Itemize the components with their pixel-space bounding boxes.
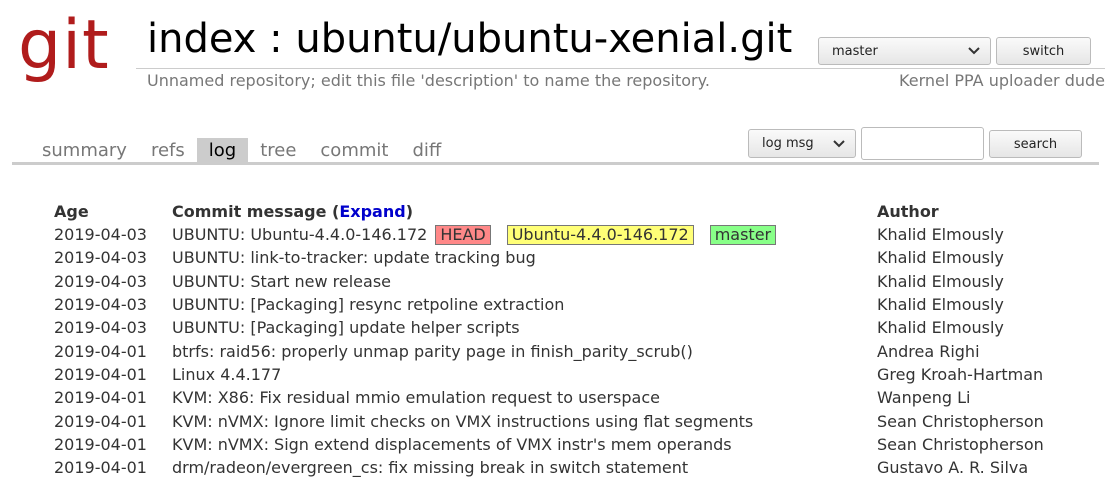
message-column-header: Commit message (Expand) — [172, 200, 877, 223]
tab-tree[interactable]: tree — [248, 138, 308, 164]
message-column-label: Commit message ( — [172, 202, 340, 221]
commit-author: Sean Christopherson — [877, 434, 1044, 454]
commit-author: Wanpeng Li — [877, 388, 971, 408]
commit-author: Greg Kroah-Hartman — [877, 364, 1044, 384]
commit-age: 2019-04-01 — [54, 434, 147, 454]
switch-button[interactable]: switch — [996, 37, 1091, 65]
commit-author: Khalid Elmously — [877, 318, 1004, 338]
commit-author: Khalid Elmously — [877, 295, 1004, 315]
commit-age: 2019-04-01 — [54, 411, 147, 431]
chevron-down-icon — [833, 138, 845, 150]
commit-message[interactable]: UBUNTU: link-to-tracker: update tracking… — [172, 246, 877, 269]
table-row[interactable]: 2019-04-03 UBUNTU: [Packaging] update hel… — [52, 316, 1044, 339]
table-row[interactable]: 2019-04-03 UBUNTU: link-to-tracker: updat… — [52, 246, 1044, 269]
table-row[interactable]: 2019-04-01 drm/radeon/evergreen_cs: fix m… — [52, 456, 1044, 479]
branch-select-value: master — [832, 43, 878, 59]
tab-divider — [12, 162, 1099, 165]
table-row[interactable]: 2019-04-01 btrfs: raid56: properly unmap … — [52, 339, 1044, 362]
table-row[interactable]: 2019-04-03 UBUNTU: Ubuntu-4.4.0-146.172 H… — [52, 223, 1044, 246]
commit-author: Sean Christopherson — [877, 411, 1044, 431]
commit-message[interactable]: UBUNTU: Ubuntu-4.4.0-146.172 HEAD Ubuntu-4… — [172, 223, 877, 246]
age-column-header: Age — [54, 202, 89, 221]
commit-age: 2019-04-01 — [54, 388, 147, 408]
page-title: index : ubuntu/ubuntu-xenial.git — [147, 16, 793, 62]
commit-author: Gustavo A. R. Silva — [877, 458, 1029, 478]
branch-badge[interactable]: master — [709, 224, 777, 245]
branch-select[interactable]: master — [818, 37, 991, 65]
commit-message[interactable]: UBUNTU: [Packaging] resync retpoline ext… — [172, 293, 877, 316]
commit-age: 2019-04-03 — [54, 318, 147, 338]
git-logo[interactable]: git — [18, 6, 110, 86]
commit-age: 2019-04-01 — [54, 341, 147, 361]
commit-message[interactable]: UBUNTU: Start new release — [172, 270, 877, 293]
tab-refs[interactable]: refs — [139, 138, 197, 164]
commit-message[interactable]: Linux 4.4.177 — [172, 363, 877, 386]
head-badge[interactable]: HEAD — [435, 224, 491, 245]
commit-age: 2019-04-01 — [54, 458, 147, 478]
commit-author: Andrea Righi — [877, 341, 980, 361]
commit-message[interactable]: KVM: X86: Fix residual mmio emulation re… — [172, 386, 877, 409]
commit-age: 2019-04-03 — [54, 225, 147, 245]
tab-log[interactable]: log — [196, 138, 249, 164]
table-header-row: Age Commit message (Expand) Author — [52, 200, 1044, 223]
commit-age: 2019-04-03 — [54, 248, 147, 268]
expand-link[interactable]: Expand — [339, 202, 405, 221]
author-column-header: Author — [877, 202, 939, 221]
tab-summary[interactable]: summary — [30, 138, 139, 164]
commit-message[interactable]: UBUNTU: [Packaging] update helper script… — [172, 316, 877, 339]
header-divider — [136, 68, 1105, 69]
tab-bar: summary refs log tree commit diff — [30, 138, 453, 164]
commit-message[interactable]: KVM: nVMX: Sign extend displacements of … — [172, 433, 877, 456]
search-button[interactable]: search — [989, 130, 1082, 158]
repo-description: Unnamed repository; edit this file 'desc… — [147, 71, 710, 90]
repo-owner: Kernel PPA uploader dude — [899, 71, 1105, 90]
commit-age: 2019-04-03 — [54, 295, 147, 315]
commit-author: Khalid Elmously — [877, 271, 1004, 291]
table-row[interactable]: 2019-04-01 Linux 4.4.177 Greg Kroah-Hartma… — [52, 363, 1044, 386]
chevron-down-icon — [968, 45, 980, 57]
search-mode-value: log msg — [762, 136, 814, 151]
table-row[interactable]: 2019-04-01 KVM: nVMX: Ignore limit checks… — [52, 409, 1044, 432]
message-column-close: ) — [405, 202, 413, 221]
commit-message-text[interactable]: UBUNTU: Ubuntu-4.4.0-146.172 — [172, 225, 427, 244]
commit-age: 2019-04-03 — [54, 271, 147, 291]
table-row[interactable]: 2019-04-03 UBUNTU: Start new release Khali… — [52, 270, 1044, 293]
tag-badge[interactable]: Ubuntu-4.4.0-146.172 — [506, 224, 694, 245]
table-row[interactable]: 2019-04-03 UBUNTU: [Packaging] resync ret… — [52, 293, 1044, 316]
search-input[interactable] — [861, 127, 984, 160]
commit-author: Khalid Elmously — [877, 225, 1004, 245]
commit-message[interactable]: KVM: nVMX: Ignore limit checks on VMX in… — [172, 409, 877, 432]
commit-log-table: Age Commit message (Expand) Author 2019-… — [52, 200, 1044, 479]
commit-author: Khalid Elmously — [877, 248, 1004, 268]
commit-age: 2019-04-01 — [54, 364, 147, 384]
table-row[interactable]: 2019-04-01 KVM: nVMX: Sign extend displac… — [52, 433, 1044, 456]
search-mode-select[interactable]: log msg — [748, 129, 856, 158]
tab-diff[interactable]: diff — [400, 138, 453, 164]
commit-message[interactable]: btrfs: raid56: properly unmap parity pag… — [172, 339, 877, 362]
table-row[interactable]: 2019-04-01 KVM: X86: Fix residual mmio em… — [52, 386, 1044, 409]
tab-commit[interactable]: commit — [308, 138, 400, 164]
commit-message[interactable]: drm/radeon/evergreen_cs: fix missing bre… — [172, 456, 877, 479]
